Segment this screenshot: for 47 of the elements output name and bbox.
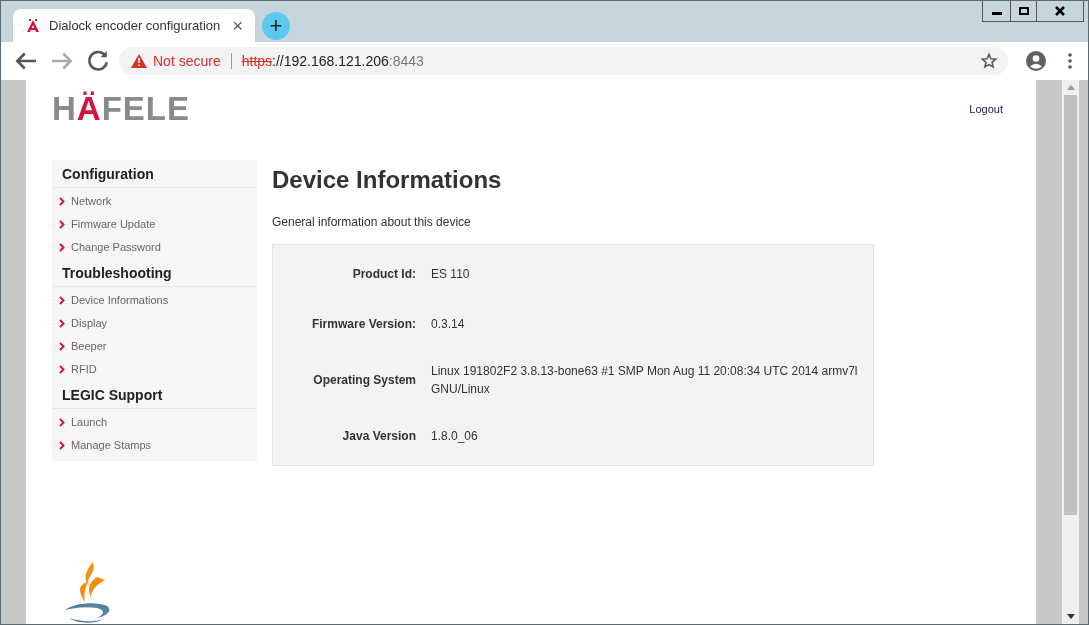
chevron-icon <box>59 296 65 305</box>
page-title: Device Informations <box>272 165 503 195</box>
chevron-icon <box>59 365 65 374</box>
field-label: Firmware Version: <box>310 316 416 333</box>
page-subtitle: General information about this device <box>272 214 472 231</box>
scroll-down-icon[interactable] <box>1066 614 1075 619</box>
sidebar-link[interactable]: Device Informations <box>71 292 169 309</box>
sidebar-link[interactable]: Beeper <box>71 338 107 355</box>
browser-tab[interactable]: Dialock encoder configuration × <box>13 9 255 42</box>
menu-icon[interactable] <box>1068 53 1072 69</box>
field-value: 0.3.14 <box>431 316 466 333</box>
sidebar-link[interactable]: Launch <box>71 414 108 431</box>
sidebar-link[interactable]: Change Password <box>71 239 161 256</box>
field-label: Java Version <box>341 428 416 445</box>
sidebar-link[interactable]: Network <box>71 193 112 210</box>
account-icon[interactable] <box>1026 51 1046 71</box>
new-tab-button[interactable]: + <box>262 12 290 40</box>
logout-link[interactable]: Logout <box>969 101 1003 118</box>
field-label: Product Id: <box>351 266 416 283</box>
sidebar-link[interactable]: Display <box>71 315 108 332</box>
chevron-icon <box>59 342 65 351</box>
chevron-icon <box>59 418 65 427</box>
url-text: https://192.168.121.206:8443 <box>241 51 425 71</box>
star-icon[interactable] <box>980 52 998 70</box>
sidebar-link[interactable]: Firmware Update <box>71 216 156 233</box>
company-logo: HÄFELE <box>52 92 191 125</box>
warning-icon <box>131 54 147 68</box>
field-value: Linux 191802F2 3.8.13-bone63 #1 SMP Mon Aug 11 20:08:34 UTC 2014 armv7l GNU/Linux <box>431 363 859 398</box>
logo-icon <box>25 18 41 33</box>
chevron-icon <box>59 220 65 229</box>
security-status: Not secure <box>153 51 221 71</box>
sidebar-link[interactable]: RFID <box>71 361 97 378</box>
close-tab-button[interactable]: × <box>232 16 243 35</box>
chevron-icon <box>59 319 65 328</box>
sidebar-heading: Configuration <box>52 160 257 188</box>
sidebar-heading: Troubleshooting <box>52 259 257 287</box>
chevron-icon <box>59 197 65 206</box>
field-value: 1.8.0_06 <box>431 428 479 445</box>
chevron-icon <box>59 441 65 450</box>
sidebar-heading: LEGIC Support <box>52 381 257 409</box>
chevron-icon <box>59 243 65 252</box>
tab-title: Dialock encoder configuration <box>49 16 222 35</box>
sidebar-link[interactable]: Manage Stamps <box>71 437 152 454</box>
field-label: Operating System <box>312 372 416 389</box>
field-value: ES 110 <box>431 266 471 283</box>
scrollbar[interactable] <box>1062 80 1079 624</box>
address-bar[interactable]: Not secure https://192.168.121.206:8443 <box>119 47 1008 75</box>
